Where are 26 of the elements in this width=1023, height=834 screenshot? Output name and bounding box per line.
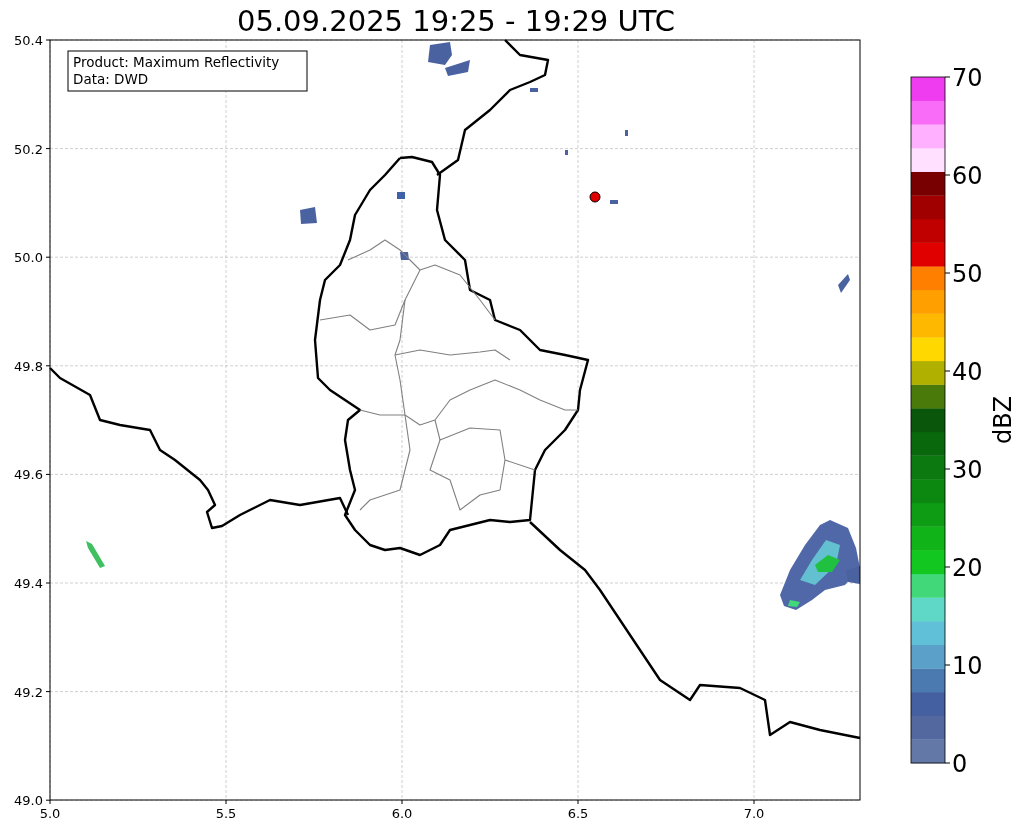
chart-title: 05.09.2025 19:25 - 19:29 UTC bbox=[237, 4, 675, 38]
colorbar-tick-label: 20 bbox=[952, 554, 983, 582]
x-tick-label: 5.0 bbox=[39, 806, 61, 821]
y-tick-label: 49.0 bbox=[14, 793, 43, 809]
x-tick-label: 6.0 bbox=[391, 806, 413, 821]
colorbar-tick-label: 10 bbox=[952, 652, 983, 680]
y-tick-label: 49.6 bbox=[14, 467, 43, 483]
y-tick-label: 50.0 bbox=[14, 250, 43, 266]
colorbar-tick-label: 60 bbox=[952, 162, 983, 190]
colorbar-label: dBZ bbox=[989, 395, 1017, 445]
x-tick-label: 7.0 bbox=[743, 806, 765, 821]
colorbar-tick-label: 40 bbox=[952, 358, 983, 386]
info-text: Product: Maximum Reflectivity bbox=[73, 54, 280, 70]
y-tick-label: 49.8 bbox=[14, 358, 43, 374]
colorbar-tick-label: 30 bbox=[952, 456, 983, 484]
x-tick-label: 5.5 bbox=[215, 806, 237, 821]
x-tick-label: 6.5 bbox=[567, 806, 589, 821]
colorbar-tick-label: 50 bbox=[952, 260, 983, 288]
location-marker bbox=[589, 191, 601, 203]
y-tick-label: 50.4 bbox=[14, 33, 43, 48]
y-tick-label: 50.2 bbox=[14, 141, 43, 157]
colorbar-tick-label: 0 bbox=[952, 750, 968, 778]
colorbar-tick-label: 70 bbox=[952, 64, 983, 92]
y-tick-label: 49.2 bbox=[14, 684, 43, 700]
info-text: Data: DWD bbox=[73, 71, 149, 87]
y-tick-label: 49.4 bbox=[14, 576, 43, 591]
